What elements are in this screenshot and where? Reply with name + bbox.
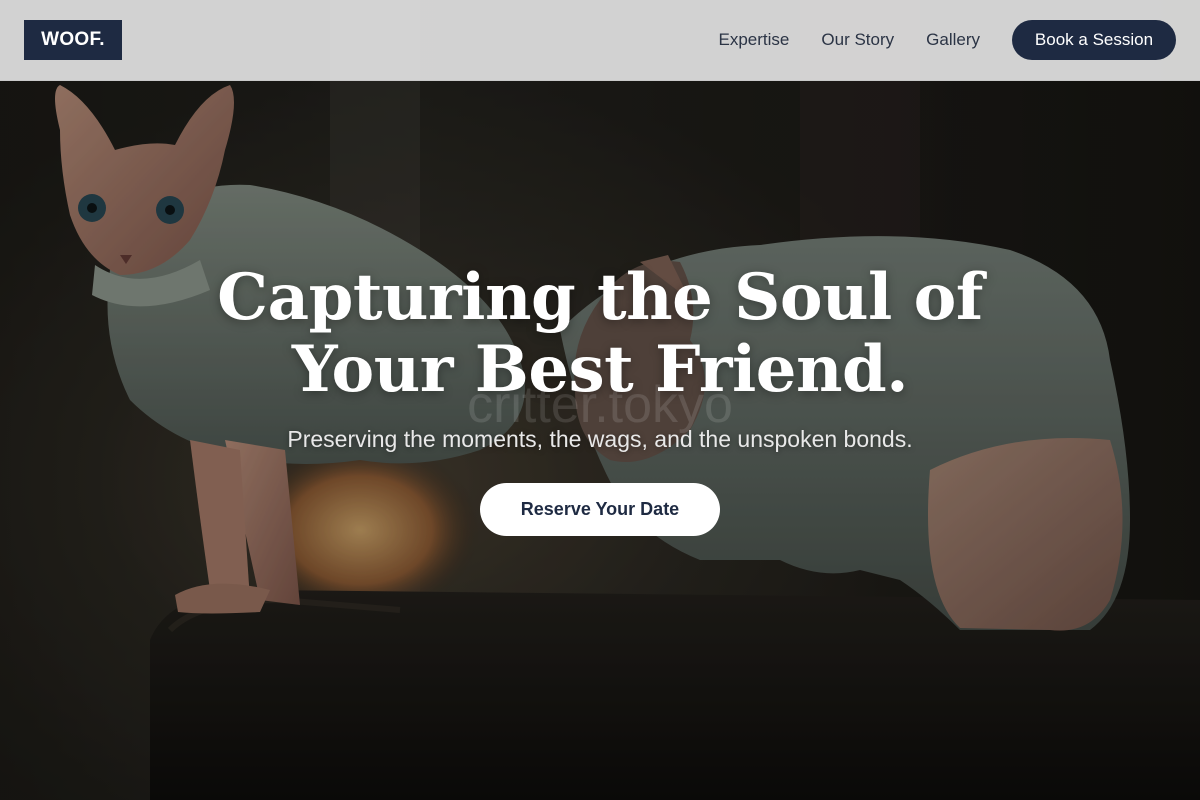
book-session-button[interactable]: Book a Session — [1012, 20, 1176, 60]
nav-link-expertise[interactable]: Expertise — [719, 30, 790, 50]
reserve-date-button[interactable]: Reserve Your Date — [480, 483, 720, 536]
logo[interactable]: WOOF. — [24, 20, 122, 60]
nav-link-gallery[interactable]: Gallery — [926, 30, 980, 50]
nav-link-our-story[interactable]: Our Story — [821, 30, 894, 50]
hero-title-line-2: Your Best Friend. — [291, 332, 909, 407]
hero-title-line-1: Capturing the Soul of — [217, 260, 983, 335]
site-header: WOOF. Expertise Our Story Gallery Book a… — [0, 0, 1200, 81]
hero-title: Capturing the Soul of Your Best Friend. — [0, 262, 1200, 406]
main-nav: Expertise Our Story Gallery Book a Sessi… — [719, 20, 1176, 60]
hero-subtitle: Preserving the moments, the wags, and th… — [287, 426, 913, 452]
hero-content: Capturing the Soul of Your Best Friend. … — [0, 262, 1200, 536]
